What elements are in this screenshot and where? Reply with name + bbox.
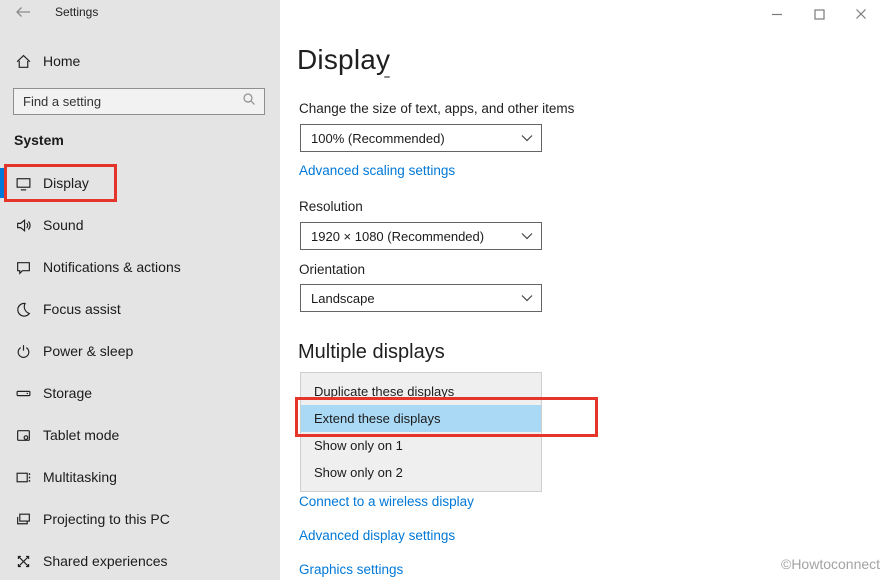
power-icon [15,343,32,360]
close-button[interactable] [840,0,882,28]
scale-dropdown[interactable]: 100% (Recommended) [300,124,542,152]
notifications-icon [15,259,32,276]
maximize-button[interactable] [798,0,840,28]
sidebar-item-label: Focus assist [43,301,121,317]
multitasking-icon [15,469,32,486]
tablet-mode-icon [15,427,32,444]
sidebar-item-power-sleep[interactable]: Power & sleep [0,330,280,372]
sidebar-item-storage[interactable]: Storage [0,372,280,414]
stray-mark [384,76,390,78]
sidebar-item-projecting-to-this-pc[interactable]: Projecting to this PC [0,498,280,540]
sidebar-item-focus-assist[interactable]: Focus assist [0,288,280,330]
sidebar-item-label: Storage [43,385,93,401]
orientation-label: Orientation [299,262,366,277]
advanced-scaling-link[interactable]: Advanced scaling settings [299,163,455,178]
shared-experiences-icon [15,553,32,570]
sidebar-item-label: Sound [43,217,84,233]
resolution-dropdown[interactable]: 1920 × 1080 (Recommended) [300,222,542,250]
minimize-icon [772,13,782,16]
maximize-icon [813,8,825,20]
resolution-dropdown-value: 1920 × 1080 (Recommended) [311,228,485,244]
page-title: Display [297,44,391,75]
sidebar-nav: Display Sound Notifications & actions Fo… [0,162,280,580]
sidebar-item-notifications-actions[interactable]: Notifications & actions [0,246,280,288]
wireless-display-link[interactable]: Connect to a wireless display [299,494,474,509]
list-option[interactable]: Duplicate these displays [301,378,541,405]
scale-dropdown-value: 100% (Recommended) [311,130,445,146]
focus-assist-icon [15,301,32,318]
list-option[interactable]: Extend these displays [301,405,541,432]
advanced-display-settings-link[interactable]: Advanced display settings [299,528,455,543]
resolution-label: Resolution [299,199,363,214]
sidebar-item-shared-experiences[interactable]: Shared experiences [0,540,280,580]
storage-icon [15,385,32,402]
sidebar-item-label: Power & sleep [43,343,134,359]
multiple-displays-listbox: Duplicate these displays Extend these dis… [300,372,542,492]
home-icon [15,53,32,70]
sidebar-item-label: Notifications & actions [43,259,181,275]
search-input[interactable] [14,94,242,109]
sidebar-item-display[interactable]: Display [0,162,280,204]
sidebar-item-label: Display [43,175,89,191]
graphics-settings-link[interactable]: Graphics settings [299,562,403,577]
search-box [13,88,265,115]
minimize-button[interactable] [756,0,798,28]
chevron-down-icon [513,232,541,240]
sidebar-item-label: Home [43,53,81,69]
orientation-dropdown-value: Landscape [311,290,375,306]
back-arrow-icon [16,7,30,17]
watermark: ©Howtoconnect [781,556,881,572]
chevron-down-icon [513,134,541,142]
sidebar-item-label: Multitasking [43,469,117,485]
window-title: Settings [55,5,99,19]
sidebar-item-label: Projecting to this PC [43,511,170,527]
sidebar-item-label: Shared experiences [43,553,168,569]
chevron-down-icon [513,294,541,302]
sound-icon [15,217,32,234]
sidebar-item-home[interactable]: Home [0,44,280,78]
multiple-displays-title: Multiple displays [298,341,445,363]
scale-label: Change the size of text, apps, and other… [299,101,575,116]
orientation-dropdown[interactable]: Landscape [300,284,542,312]
list-option[interactable]: Show only on 2 [301,459,541,486]
sidebar-item-multitasking[interactable]: Multitasking [0,456,280,498]
sidebar-item-label: Tablet mode [43,427,120,443]
display-icon [15,175,32,192]
sidebar-section-title: System [14,132,64,148]
list-option[interactable]: Show only on 1 [301,432,541,459]
back-button[interactable] [14,4,32,20]
projecting-icon [15,511,32,528]
sidebar-item-tablet-mode[interactable]: Tablet mode [0,414,280,456]
sidebar: Home System Display Sound Notifications … [0,0,280,580]
settings-window: Home System Display Sound Notifications … [0,0,882,580]
search-icon[interactable] [242,92,264,111]
sidebar-item-sound[interactable]: Sound [0,204,280,246]
close-icon [856,9,866,19]
window-controls [756,0,882,28]
